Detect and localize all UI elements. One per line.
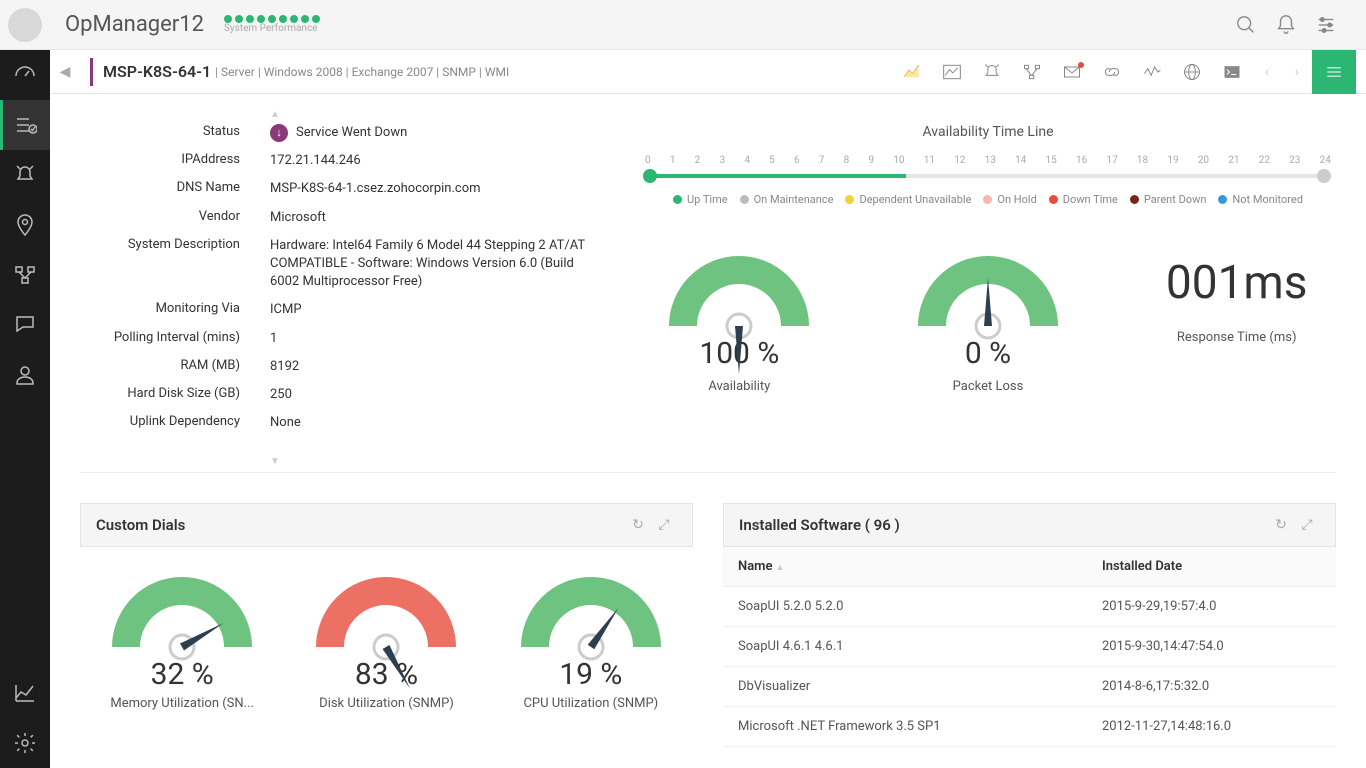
col-date[interactable]: Installed Date — [1087, 547, 1336, 587]
timeline-legend: Up TimeOn MaintenanceDependent Unavailab… — [640, 193, 1336, 206]
custom-dials-panel: Custom Dials ↻ ⤢ 32 %Memory Utilization … — [80, 503, 693, 747]
vendor-value: Microsoft — [270, 209, 600, 227]
scroll-down-icon[interactable]: ▼ — [270, 456, 280, 467]
expand-icon[interactable]: ⤢ — [1294, 512, 1320, 538]
sidebar-item-dashboard[interactable] — [0, 50, 50, 100]
table-row[interactable]: Microsoft .NET Framework 3.5 SP12012-11-… — [723, 707, 1336, 747]
sidebar-item-user[interactable] — [0, 350, 50, 400]
device-info: ▲ Status↓Service Went Down IPAddress172.… — [80, 124, 600, 442]
prev-arrow-icon[interactable]: ‹ — [1252, 54, 1282, 90]
availability-panel: Availability Time Line 01234567891011121… — [640, 124, 1336, 442]
poll-value: 1 — [270, 330, 600, 348]
sidebar-item-chat[interactable] — [0, 300, 50, 350]
table-row[interactable]: SoapUI 5.2.0 5.2.02015-9-29,19:57:4.0 — [723, 587, 1336, 627]
uplink-value: None — [270, 414, 600, 432]
bell-icon[interactable] — [1266, 5, 1306, 45]
chart-area-icon[interactable] — [894, 54, 930, 90]
table-row[interactable]: DbVisualizer2014-8-6,17:5:32.0 — [723, 667, 1336, 707]
software-table: Name▲ Installed Date SoapUI 5.2.0 5.2.02… — [723, 547, 1336, 747]
packet-loss-gauge: 0 % Packet Loss — [889, 246, 1088, 394]
app-brand: OpManager12 — [65, 12, 204, 37]
sidebar-item-reports[interactable] — [0, 668, 50, 718]
subheader: ◀ MSP-K8S-64-1 | Server | Windows 2008 |… — [50, 50, 1366, 94]
sidebar — [0, 50, 50, 768]
custom-gauge: 32 %Memory Utilization (SN... — [90, 567, 274, 711]
timeline-ticks: 0123456789101112131415161718192021222324 — [640, 155, 1336, 166]
device-name: MSP-K8S-64-1 — [103, 62, 211, 81]
activity-icon[interactable] — [1134, 54, 1170, 90]
ram-value: 8192 — [270, 358, 600, 376]
terminal-icon[interactable] — [1214, 54, 1250, 90]
panel-title: Installed Software ( 96 ) — [739, 516, 900, 534]
accent-divider — [90, 58, 93, 86]
monvia-value: ICMP — [270, 301, 600, 319]
sysdesc-value: Hardware: Intel64 Family 6 Model 44 Step… — [270, 237, 600, 292]
sidebar-item-settings[interactable] — [0, 718, 50, 768]
sidebar-item-alarms[interactable] — [0, 150, 50, 200]
breadcrumb: | Server | Windows 2008 | Exchange 2007 … — [215, 65, 509, 79]
dns-value: MSP-K8S-64-1.csez.zohocorpin.com — [270, 180, 600, 198]
hamburger-menu-button[interactable] — [1312, 50, 1356, 94]
status-down-icon: ↓ — [270, 124, 288, 142]
response-time: 001ms Response Time (ms) — [1137, 246, 1336, 394]
mail-icon[interactable] — [1054, 54, 1090, 90]
custom-gauge: 19 %CPU Utilization (SNMP) — [499, 567, 683, 711]
scroll-up-icon[interactable]: ▲ — [270, 109, 280, 120]
search-icon[interactable] — [1226, 5, 1266, 45]
status-text: Service Went Down — [296, 124, 407, 142]
availability-gauge: 100 % Availability — [640, 246, 839, 394]
sidebar-item-maps[interactable] — [0, 200, 50, 250]
ip-value: 172.21.144.246 — [270, 152, 600, 170]
custom-gauge: 83 %Disk Utilization (SNMP) — [294, 567, 478, 711]
timeline-bar[interactable] — [645, 174, 1331, 178]
panel-title: Custom Dials — [96, 516, 185, 534]
timeline-title: Availability Time Line — [640, 124, 1336, 140]
collapse-left-icon[interactable]: ◀ — [50, 57, 80, 87]
table-row[interactable]: SoapUI 4.6.1 4.6.12015-9-30,14:47:54.0 — [723, 627, 1336, 667]
col-name[interactable]: Name▲ — [723, 547, 1087, 587]
refresh-icon[interactable]: ↻ — [625, 512, 651, 538]
link-icon[interactable] — [1094, 54, 1130, 90]
refresh-icon[interactable]: ↻ — [1268, 512, 1294, 538]
sidebar-item-inventory[interactable] — [0, 100, 50, 150]
sidebar-item-network[interactable] — [0, 250, 50, 300]
installed-software-panel: Installed Software ( 96 ) ↻ ⤢ Name▲ Inst… — [723, 503, 1336, 747]
topology-icon[interactable] — [1014, 54, 1050, 90]
alarm-icon[interactable] — [974, 54, 1010, 90]
chart-line-icon[interactable] — [934, 54, 970, 90]
system-performance: System Performance — [224, 15, 320, 34]
next-arrow-icon[interactable]: › — [1282, 54, 1312, 90]
globe-icon[interactable] — [1174, 54, 1210, 90]
hdd-value: 250 — [270, 386, 600, 404]
user-avatar[interactable] — [0, 0, 50, 50]
topbar: OpManager12 System Performance — [0, 0, 1366, 50]
settings-sliders-icon[interactable] — [1306, 5, 1346, 45]
expand-icon[interactable]: ⤢ — [651, 512, 677, 538]
